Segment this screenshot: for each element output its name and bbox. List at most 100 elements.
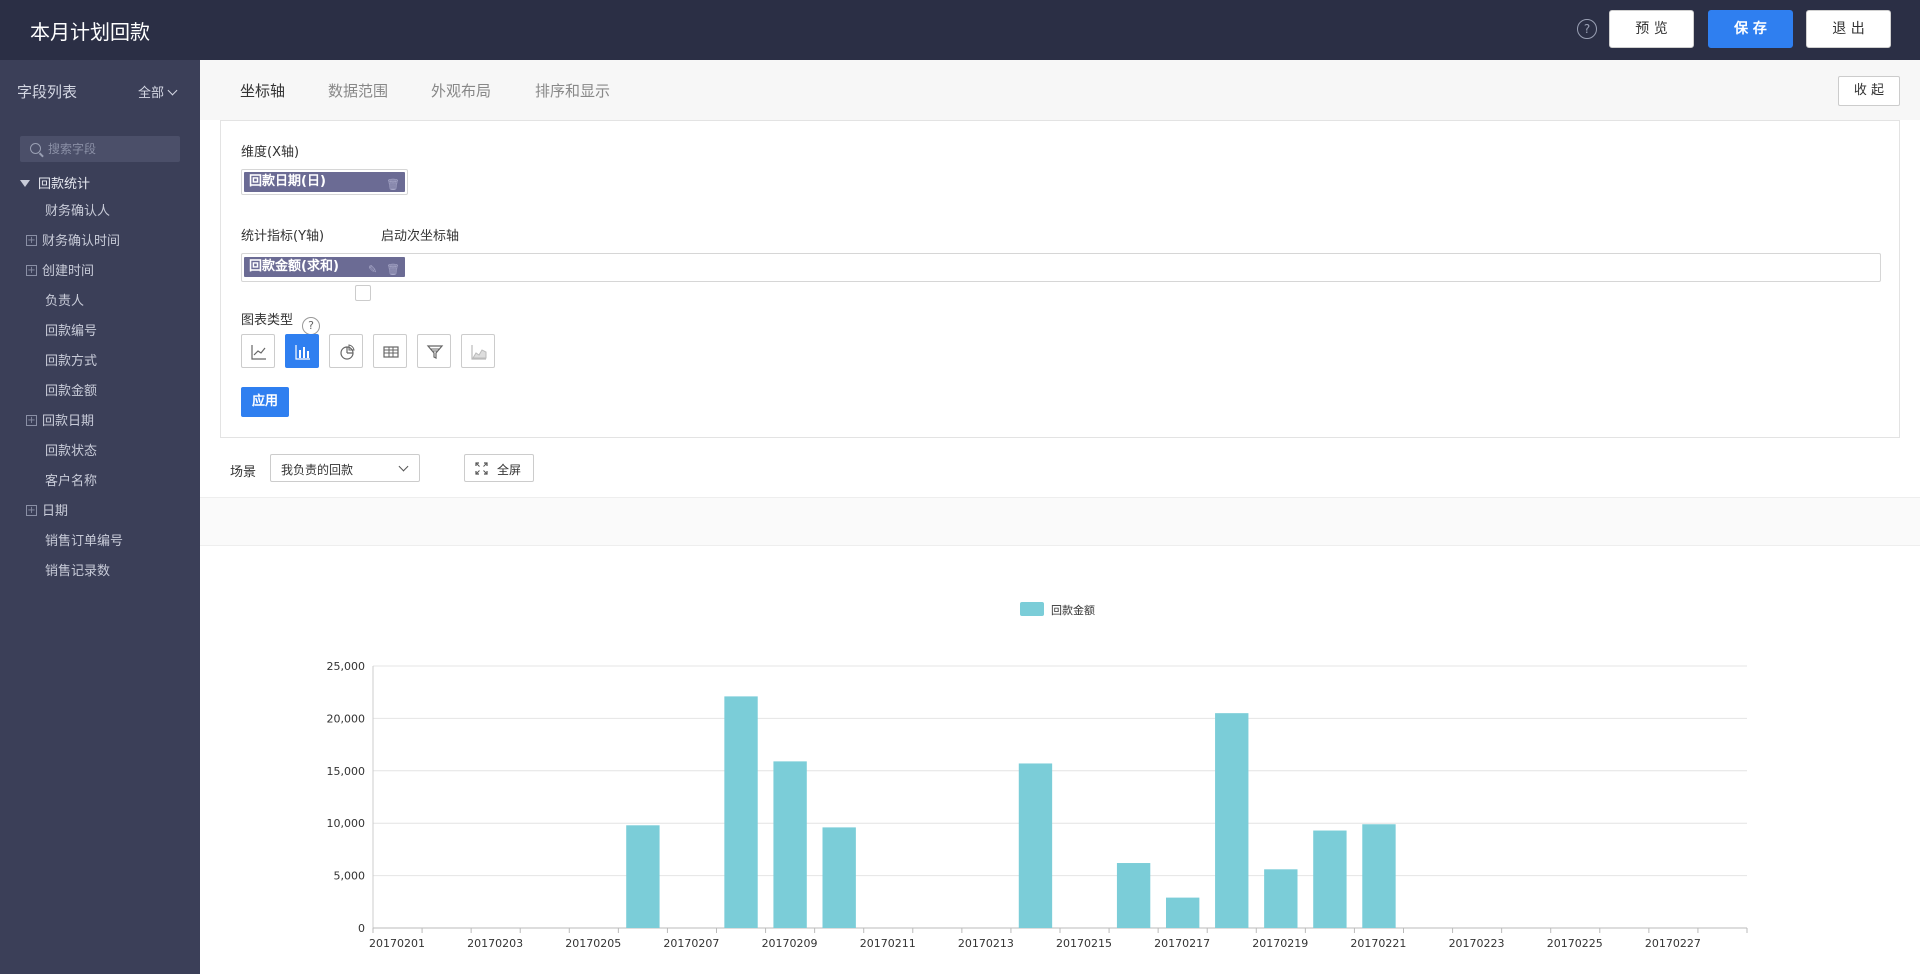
field-item[interactable]: 财务确认人	[26, 202, 110, 222]
line-chart-icon	[251, 345, 266, 360]
field-item[interactable]: 客户名称	[26, 472, 97, 492]
secondary-axis-checkbox[interactable]	[355, 285, 371, 301]
secondary-axis-label: 启动次坐标轴	[381, 229, 460, 244]
x-tick-label: 20170223	[1449, 937, 1505, 950]
bar	[1215, 713, 1249, 928]
collapse-button[interactable]: 收 起	[1838, 76, 1900, 106]
funnel-chart-button[interactable]	[417, 334, 451, 368]
metric-label: 统计指标(Y轴)	[241, 229, 325, 244]
bar-chart: 0 5,000 10,000 15,000 20,000 25,000 20170201 20…	[327, 602, 1748, 950]
dimension-drop-zone[interactable]: 回款日期(日) 🗑	[241, 169, 408, 195]
field-item[interactable]: 负责人	[26, 292, 84, 312]
chart-type-help-icon[interactable]: ?	[302, 317, 320, 335]
field-item[interactable]: + 日期	[26, 502, 68, 522]
scene-select[interactable]: 我负责的回款	[270, 454, 420, 482]
metric-drop-zone[interactable]: 回款金额(求和) ✎ 🗑	[241, 253, 1881, 282]
field-item[interactable]: 回款方式	[26, 352, 97, 372]
field-item-label: 财务确认人	[45, 204, 111, 219]
expand-plus-icon[interactable]: +	[26, 415, 37, 426]
fullscreen-label: 全屏	[497, 463, 522, 477]
field-item[interactable]: 回款状态	[26, 442, 97, 462]
field-item[interactable]: 回款编号	[26, 322, 97, 342]
tree-root-payment-stats[interactable]: 回款统计	[20, 173, 90, 192]
field-item[interactable]: 销售订单编号	[26, 532, 123, 552]
tab-axis[interactable]: 坐标轴	[240, 80, 285, 101]
field-search-input[interactable]	[48, 136, 176, 162]
line-chart-button[interactable]	[241, 334, 275, 368]
expand-plus-icon[interactable]: +	[26, 505, 37, 516]
bar	[1264, 869, 1298, 928]
field-item[interactable]: 回款金额	[26, 382, 97, 402]
field-item-label: 回款日期	[42, 414, 95, 429]
table-icon	[383, 346, 399, 358]
preview-button[interactable]: 预 览	[1609, 10, 1694, 48]
delete-icon[interactable]: 🗑	[386, 175, 400, 195]
x-tick-label: 20170219	[1252, 937, 1308, 950]
x-tick-label: 20170207	[663, 937, 719, 950]
metric-pill[interactable]: 回款金额(求和) ✎ 🗑	[244, 257, 405, 277]
edit-icon[interactable]: ✎	[368, 260, 377, 280]
field-search-box[interactable]	[20, 136, 180, 162]
tree-root-label: 回款统计	[38, 177, 91, 192]
field-item-label: 财务确认时间	[42, 234, 121, 249]
field-item[interactable]: + 回款日期	[26, 412, 94, 432]
field-list-sidebar: 字段列表 全部 回款统计 财务确认人 + 财务确认时间 + 创建时间负责人回款编号回款方…	[0, 60, 200, 974]
y-tick-label: 10,000	[327, 817, 366, 830]
bar-chart-button[interactable]	[285, 334, 319, 368]
delete-icon[interactable]: 🗑	[386, 260, 400, 280]
field-item-label: 日期	[42, 504, 69, 519]
field-item[interactable]: 销售记录数	[26, 562, 110, 582]
area-chart-icon	[471, 345, 487, 360]
help-icon[interactable]: ?	[1577, 19, 1597, 39]
top-bar: 本月计划回款 ? 预 览 保 存 退 出	[0, 0, 1920, 60]
field-item-label: 创建时间	[42, 264, 95, 279]
chart-area: 0 5,000 10,000 15,000 20,000 25,000 20170201 20…	[200, 546, 1920, 974]
x-tick-label: 20170203	[467, 937, 523, 950]
tab-sort-display[interactable]: 排序和显示	[535, 80, 610, 101]
fullscreen-icon	[475, 462, 488, 475]
field-filter-dropdown[interactable]: 全部	[138, 82, 178, 101]
y-tick-label: 5,000	[334, 870, 366, 883]
chart-type-label: 图表类型	[241, 313, 294, 328]
legend-label: 回款金额	[1051, 603, 1095, 617]
axis-config-panel: 维度(X轴) 回款日期(日) 🗑 统计指标(Y轴) 启动次坐标轴 回款金额(求和…	[220, 120, 1900, 438]
y-tick-label: 20,000	[327, 712, 366, 725]
config-tabs: 坐标轴 数据范围 外观布局 排序和显示 收 起	[200, 60, 1920, 120]
save-button[interactable]: 保 存	[1708, 10, 1793, 48]
field-filter-label: 全部	[138, 86, 165, 101]
field-item[interactable]: + 创建时间	[26, 262, 94, 282]
bar	[1313, 830, 1347, 928]
field-item[interactable]: + 财务确认时间	[26, 232, 120, 252]
x-tick-label: 20170211	[860, 937, 916, 950]
tab-layout[interactable]: 外观布局	[431, 80, 491, 101]
funnel-icon	[426, 345, 444, 359]
field-item-label: 负责人	[45, 294, 85, 309]
field-item-label: 回款金额	[45, 384, 98, 399]
table-chart-button[interactable]	[373, 334, 407, 368]
tab-data-range[interactable]: 数据范围	[328, 80, 388, 101]
bar	[724, 696, 758, 928]
area-chart-button[interactable]	[461, 334, 495, 368]
dimension-pill[interactable]: 回款日期(日) 🗑	[244, 172, 405, 192]
exit-button[interactable]: 退 出	[1806, 10, 1891, 48]
apply-button[interactable]: 应用	[241, 387, 289, 417]
x-tick-label: 20170209	[762, 937, 818, 950]
metric-pill-label: 回款金额(求和)	[249, 259, 339, 274]
chevron-down-icon	[167, 85, 178, 96]
bar	[1165, 897, 1200, 928]
bar	[773, 761, 807, 928]
y-tick-label: 15,000	[327, 765, 366, 778]
field-item-label: 回款方式	[45, 354, 98, 369]
y-tick-label: 25,000	[327, 660, 366, 673]
field-list-title: 字段列表	[17, 83, 78, 101]
x-tick-label: 20170227	[1645, 937, 1701, 950]
fullscreen-button[interactable]: 全屏	[464, 454, 534, 482]
bar	[822, 827, 856, 928]
chart-toolbar-band	[200, 498, 1920, 546]
scene-bar: 场景 我负责的回款 全屏	[200, 438, 1920, 498]
expand-plus-icon[interactable]: +	[26, 265, 37, 276]
expand-plus-icon[interactable]: +	[26, 235, 37, 246]
dimension-label: 维度(X轴)	[241, 145, 300, 160]
x-tick-label: 20170225	[1547, 937, 1603, 950]
pie-chart-button[interactable]	[329, 334, 363, 368]
